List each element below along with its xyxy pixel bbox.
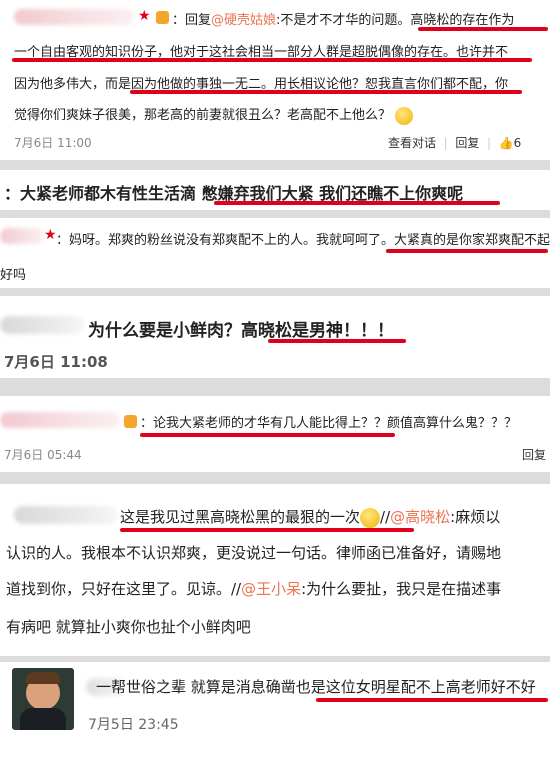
red-underline: [316, 698, 548, 702]
comment-text-line4: 有病吧 就算扯小爽你也扯个小鲜肉吧: [6, 618, 251, 636]
red-underline: [12, 58, 532, 62]
comment-7: 一帮世俗之辈 就算是消息确凿也是这位女明星配不上高老师好不好 7月5日 23:4…: [0, 662, 550, 758]
vip-badge-icon: [156, 11, 169, 24]
blurred-username: [0, 316, 84, 334]
comment-text-line1: :不是才不才华的问题。高晓松的存在作为: [276, 13, 515, 28]
reply-link[interactable]: 回复: [455, 136, 479, 150]
comment-text: 为什么要是小鲜肉？: [88, 321, 241, 341]
blurred-username: [14, 506, 118, 524]
red-underline: [268, 339, 406, 343]
comment-text-highlight: 高晓松是男神！！！: [241, 321, 394, 341]
star-icon: ★: [44, 227, 57, 243]
red-underline: [418, 27, 548, 31]
red-underline: [214, 201, 500, 205]
timestamp: 7月6日 05:44: [4, 448, 82, 462]
thumbs-up-icon: 👍: [498, 136, 514, 150]
comment-text: ：论我大紧老师的才华有几人能比得上？？颜值高算什么鬼？？？: [140, 416, 518, 431]
star-icon: ★: [138, 8, 151, 24]
smile-emoji-icon: [395, 106, 414, 125]
avatar[interactable]: [12, 668, 74, 730]
comment-3: ★ ：妈呀。郑爽的粉丝说没有郑爽配不上的人。我就呵呵了。大紧真的是你家郑爽配不起…: [0, 218, 550, 288]
red-underline: [130, 90, 522, 94]
comment-text: ：大紧老师都木有性生活滴: [4, 184, 202, 203]
comment-5: ：论我大紧老师的才华有几人能比得上？？颜值高算什么鬼？？？ 7月6日 05:44…: [0, 396, 550, 472]
vip-badge-icon: [124, 415, 137, 428]
reply-prefix: ：回复: [172, 13, 212, 28]
like-button[interactable]: 👍6: [499, 136, 522, 150]
red-underline: [140, 433, 395, 437]
blurred-username: [14, 9, 134, 25]
comment-text-line4: 觉得你们爽妹子很美，那老高的前妻就很丑么？老高配不上他么？: [14, 108, 392, 123]
timestamp: 7月6日 11:00: [14, 136, 92, 150]
blurred-username: [0, 412, 120, 428]
comment-2: ：大紧老师都木有性生活滴 憋嫌弃我们大紧 我们还瞧不上你爽呢: [0, 170, 550, 210]
comment-text-highlight: 这是我见过黑高晓松黑的最狠的一次: [120, 508, 361, 526]
comment-4: 为什么要是小鲜肉？高晓松是男神！！！ 7月6日 11:08: [0, 296, 550, 378]
red-underline: [386, 249, 548, 253]
timestamp: 7月6日 11:08: [4, 353, 108, 371]
like-count: 6: [513, 136, 522, 150]
comment-text-line1: ：妈呀。郑爽的粉丝说没有郑爽配不上的人。我就呵呵了。大紧真的是你家郑爽配不起的: [56, 233, 550, 248]
timestamp: 7月5日 23:45: [88, 717, 179, 733]
comment-6: 这是我见过黑高晓松黑的最狠的一次//@高晓松:麻烦以 认识的人。我根本不认识郑爽…: [0, 484, 550, 656]
red-underline: [120, 528, 414, 532]
mention-link[interactable]: @硬壳姑娘: [211, 13, 276, 28]
mention-link[interactable]: @高晓松: [390, 508, 450, 526]
mention-link[interactable]: @王小呆: [241, 580, 301, 598]
reply-link[interactable]: 回复: [522, 446, 546, 463]
comment-text: 一帮世俗之辈 就算是消息确凿也是这位女明星配不上高老师好不好: [96, 678, 536, 696]
view-conversation-link[interactable]: 查看对话: [388, 136, 436, 150]
comment-1: ★ ：回复@硬壳姑娘:不是才不才华的问题。高晓松的存在作为 一个自由客观的知识份…: [0, 0, 550, 160]
comment-text-line2: 认识的人。我根本不认识郑爽，更没说过一句话。律师函已准备好，请赐地: [6, 544, 502, 562]
comment-text-line2: 好吗: [0, 268, 27, 283]
blurred-username: [0, 228, 44, 244]
laughing-emoji-icon: [360, 507, 381, 528]
